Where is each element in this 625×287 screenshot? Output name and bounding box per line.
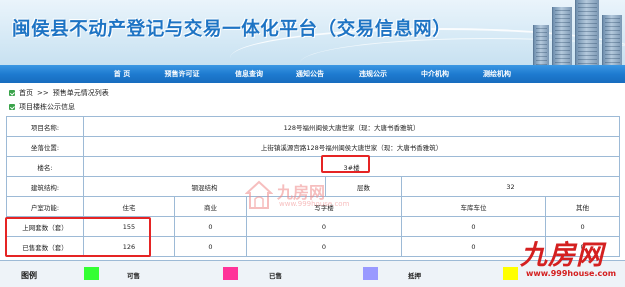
breadcrumb-current: 预售单元情况列表 — [52, 89, 109, 97]
table-cell: 0 — [401, 216, 546, 237]
legend-label-available: 可售 — [127, 272, 140, 280]
table-row: 建筑结构: 钢混结构 层数 32 — [6, 176, 621, 197]
sold-count-label: 已售套数（套） — [6, 236, 84, 257]
structure-value: 钢混结构 — [83, 176, 326, 197]
listed-count-label: 上网套数（套） — [6, 216, 84, 237]
header-banner: 闽侯县不动产登记与交易一体化平台（交易信息网） — [0, 0, 625, 65]
use-label: 户室功能: — [6, 196, 84, 217]
main-nav: 首 页 预售许可证 信息查询 通知公告 违规公示 中介机构 测绘机构 — [0, 65, 625, 83]
legend-label-mortgaged: 抵押 — [408, 272, 421, 280]
legend-swatch-available — [84, 267, 99, 280]
use-header: 写字楼 — [246, 196, 402, 217]
table-cell: 0 — [401, 236, 546, 257]
legend-label-sold: 已售 — [269, 272, 282, 280]
table-row: 已售套数（套） 126 0 0 0 0 — [6, 236, 621, 257]
breadcrumb-separator: >> — [37, 89, 49, 97]
use-header: 其他 — [544, 196, 621, 217]
table-row: 上网套数（套） 155 0 0 0 0 — [6, 216, 621, 237]
building-label: 楼名: — [6, 156, 84, 177]
table-cell: 0 — [174, 216, 247, 237]
table-cell: 0 — [174, 236, 247, 257]
nav-item-home[interactable]: 首 页 — [114, 65, 130, 83]
nav-item-surveying[interactable]: 测绘机构 — [483, 65, 511, 83]
table-cell: 0 — [246, 236, 402, 257]
table-row: 坐落位置: 上街镇溪源宫路128号福州闽侯大唐世家（现：大唐书香雅筑） — [6, 136, 621, 157]
floors-value: 32 — [400, 176, 621, 197]
project-info-table: 项目名称: 128号福州闽侯大唐世家（现：大唐书香雅筑） 坐落位置: 上街镇溪源… — [6, 116, 621, 257]
use-header: 车库车位 — [401, 196, 546, 217]
project-name-label: 项目名称: — [6, 116, 84, 137]
use-header: 商业 — [174, 196, 247, 217]
floors-label: 层数 — [325, 176, 402, 197]
table-cell: 155 — [83, 216, 175, 237]
breadcrumb-home-link[interactable]: 首页 — [19, 88, 33, 98]
project-name-value: 128号福州闽侯大唐世家（现：大唐书香雅筑） — [82, 116, 621, 137]
site-title: 闽侯县不动产登记与交易一体化平台（交易信息网） — [12, 19, 452, 40]
section-title: 项目楼栋公示信息 — [19, 103, 75, 111]
building-value: 3#楼 — [82, 156, 621, 177]
table-row: 楼名: 3#楼 — [6, 156, 621, 177]
legend: 图例 可售 已售 抵押 — [0, 260, 625, 287]
section-header: 项目楼栋公示信息 — [0, 101, 625, 113]
legend-title: 图例 — [21, 271, 37, 280]
table-cell: 126 — [83, 236, 175, 257]
location-value: 上街镇溪源宫路128号福州闽侯大唐世家（现：大唐书香雅筑） — [82, 136, 621, 157]
table-row: 项目名称: 128号福州闽侯大唐世家（现：大唐书香雅筑） — [6, 116, 621, 137]
legend-swatch-sold — [223, 267, 238, 280]
checkbox-icon — [9, 104, 15, 110]
legend-swatch-mortgaged — [363, 267, 378, 280]
nav-item-agencies[interactable]: 中介机构 — [421, 65, 449, 83]
location-label: 坐落位置: — [6, 136, 84, 157]
nav-item-violations[interactable]: 违规公示 — [359, 65, 387, 83]
breadcrumb: 首页 >> 预售单元情况列表 — [0, 87, 625, 99]
structure-label: 建筑结构: — [6, 176, 84, 197]
nav-item-notices[interactable]: 通知公告 — [296, 65, 324, 83]
use-header: 住宅 — [83, 196, 175, 217]
table-cell: 0 — [544, 236, 621, 257]
table-row: 户室功能: 住宅 商业 写字楼 车库车位 其他 — [6, 196, 621, 217]
nav-item-presale-permit[interactable]: 预售许可证 — [165, 65, 200, 83]
legend-swatch-other — [503, 267, 518, 280]
building-illustration — [525, 0, 625, 65]
table-cell: 0 — [246, 216, 402, 237]
checkbox-icon — [9, 90, 15, 96]
table-cell: 0 — [544, 216, 621, 237]
nav-item-info-query[interactable]: 信息查询 — [235, 65, 263, 83]
